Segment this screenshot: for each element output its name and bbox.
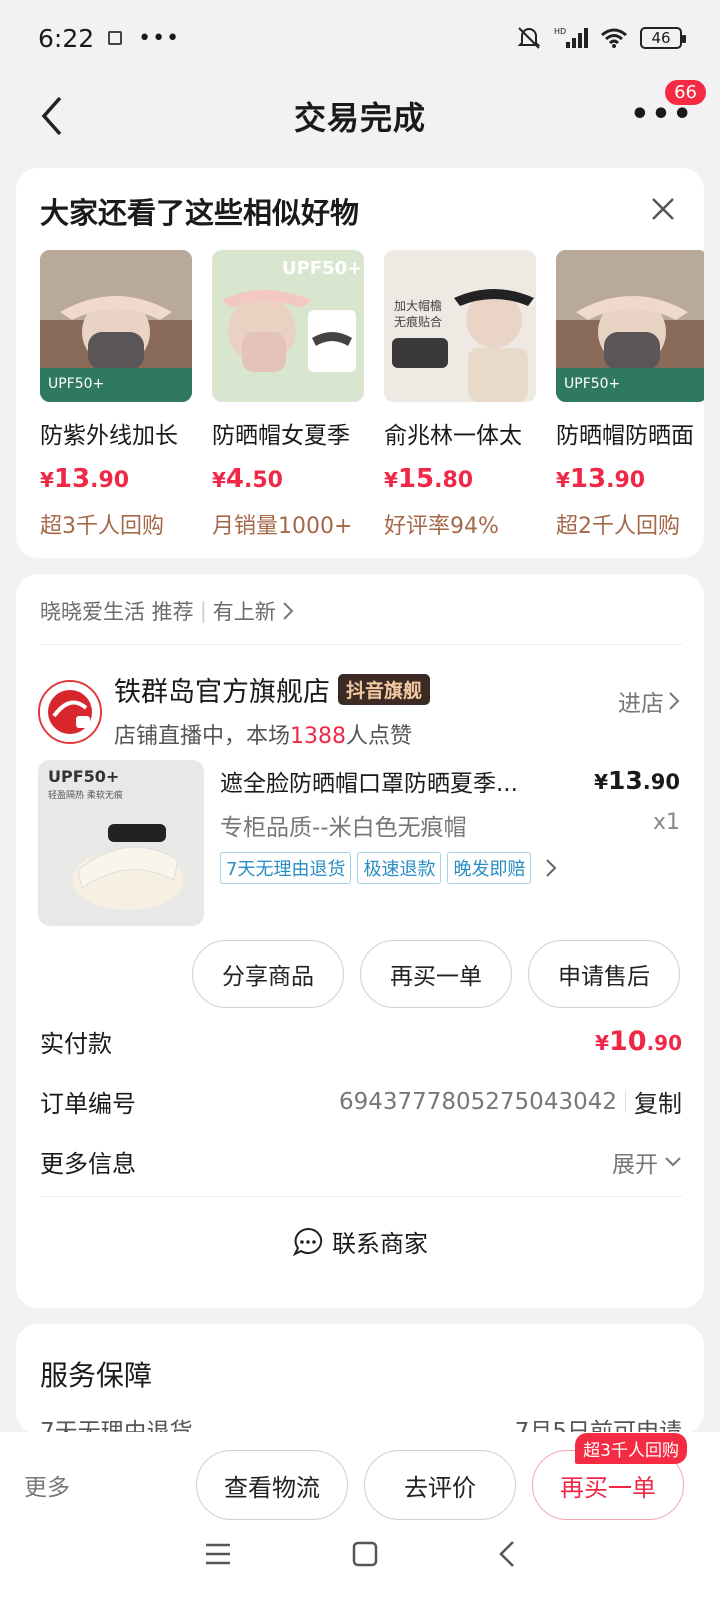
notification-icon <box>108 31 123 45</box>
back-button[interactable] <box>32 92 72 140</box>
copy-button[interactable]: 复制 <box>634 1084 682 1119</box>
similar-products-title: 大家还看了这些相似好物 <box>40 196 360 230</box>
enter-store-button[interactable]: 进店 <box>618 684 680 718</box>
write-review-button[interactable]: 去评价 <box>364 1450 516 1520</box>
store-tag: 抖音旗舰 <box>338 674 431 705</box>
chevron-right-icon <box>669 692 680 710</box>
svg-text:UPF50+: UPF50+ <box>48 376 104 392</box>
product-price: ¥15.80 <box>384 464 474 494</box>
product-price: ¥13.90 <box>556 464 646 494</box>
product-sales-note: 月销量1000+ <box>212 514 353 539</box>
service-guarantee-card: 服务保障 7天无理由退货 7月5日前可申请 <box>16 1324 704 1445</box>
svg-text:无痕贴合: 无痕贴合 <box>394 314 442 329</box>
product-title[interactable]: 遮全脸防晒帽口罩防晒夏季... <box>220 764 568 798</box>
product-price: ¥13.90 <box>594 766 680 795</box>
chevron-right-icon <box>546 859 557 877</box>
nav-bar: 交易完成 ••• 66 <box>0 76 720 156</box>
bottom-actions: 查看物流 去评价 再买一单 超3千人回购 <box>196 1433 687 1520</box>
product-name: 防晒帽女夏季 <box>212 423 350 449</box>
recommender-line[interactable]: 晓晓爱生活 推荐 | 有上新 <box>40 596 294 626</box>
signal-icon: HD <box>554 27 588 48</box>
product-thumbnail: UPF50+ <box>212 250 364 402</box>
battery-indicator: 46 <box>640 27 686 49</box>
paid-amount: ¥10.90 <box>595 1026 682 1057</box>
similar-product-item[interactable]: UPF50+ 防紫外线加长 ¥13.90 超3千人回购 <box>40 250 192 540</box>
page-title: 交易完成 <box>293 99 426 137</box>
divider <box>40 1196 682 1197</box>
service-tag: 极速退款 <box>357 852 442 884</box>
product-price: ¥13.90 <box>40 464 130 494</box>
close-icon[interactable] <box>648 194 678 224</box>
similar-products-card: 大家还看了这些相似好物 UPF50+ 防紫外线加长 ¥13.90 超3千人回购 <box>16 168 704 558</box>
bottom-more-button[interactable]: 更多 <box>24 1468 70 1502</box>
product-image[interactable]: UPF50+ 轻盈隔热 柔软无痕 <box>38 760 204 926</box>
chat-bubble-icon <box>292 1227 323 1256</box>
order-number-row: 订单编号 6943777805275043042 复制 <box>40 1084 682 1119</box>
product-quantity: x1 <box>652 810 680 835</box>
message-badge: 66 <box>663 78 708 107</box>
mute-bell-icon <box>517 27 541 49</box>
product-name: 俞兆林一体太 <box>384 423 522 449</box>
store-live-status: 店铺直播中，本场1388人点赞 <box>114 724 413 749</box>
svg-text:UPF50+: UPF50+ <box>282 258 362 279</box>
service-tag: 晚发即赔 <box>447 852 532 884</box>
service-guarantee-title: 服务保障 <box>40 1359 153 1392</box>
recommender-name: 晓晓爱生活 推荐 <box>40 600 194 624</box>
svg-text:轻盈隔热 柔软无痕: 轻盈隔热 柔软无痕 <box>48 789 123 801</box>
more-info-row[interactable]: 更多信息 展开 <box>40 1144 682 1179</box>
order-card: 晓晓爱生活 推荐 | 有上新 铁群岛官方旗舰店 抖音旗舰 店铺直播中，本场138… <box>16 574 704 1308</box>
chevron-right-icon <box>283 602 294 620</box>
product-price: ¥4.50 <box>212 464 283 494</box>
similar-product-item[interactable]: 加大帽檐 无痕贴合 俞兆林一体太 ¥15.80 好评率94% <box>384 250 536 540</box>
product-thumbnail: UPF50+ <box>556 250 704 402</box>
svg-text:HD: HD <box>554 27 566 36</box>
status-more-dots: ••• <box>138 25 181 51</box>
paid-amount-label: 实付款 <box>40 1030 112 1058</box>
similar-product-item[interactable]: UPF50+ 防晒帽女夏季 ¥4.50 月销量1000+ <box>212 250 364 540</box>
svg-text:UPF50+: UPF50+ <box>48 767 119 786</box>
store-logo[interactable] <box>38 680 102 744</box>
similar-products-list: UPF50+ 防紫外线加长 ¥13.90 超3千人回购 UPF50+ 防晒帽女夏… <box>40 250 704 540</box>
order-number-label: 订单编号 <box>40 1090 136 1118</box>
share-product-button[interactable]: 分享商品 <box>192 940 344 1008</box>
buy-again-button[interactable]: 再买一单 <box>360 940 512 1008</box>
home-icon[interactable] <box>352 1541 378 1567</box>
product-sales-note: 好评率94% <box>384 514 499 539</box>
chevron-down-icon <box>665 1156 681 1166</box>
wifi-icon <box>601 28 627 48</box>
menu-icon[interactable] <box>204 1542 232 1566</box>
repurchase-badge: 超3千人回购 <box>575 1433 687 1464</box>
product-sku: 专柜品质--米白色无痕帽 <box>220 815 467 841</box>
new-arrival-label: 有上新 <box>212 600 276 624</box>
chevron-left-icon <box>41 96 62 136</box>
service-tags[interactable]: 7天无理由退货 极速退款 晚发即赔 <box>220 852 557 884</box>
order-number: 6943777805275043042 <box>338 1088 617 1115</box>
svg-text:UPF50+: UPF50+ <box>564 376 620 392</box>
buy-again-primary-button[interactable]: 再买一单 超3千人回购 <box>532 1433 687 1520</box>
store-name-row[interactable]: 铁群岛官方旗舰店 抖音旗舰 <box>114 670 431 709</box>
more-info-label: 更多信息 <box>40 1150 136 1178</box>
product-sales-note: 超2千人回购 <box>556 514 680 539</box>
product-name: 防紫外线加长 <box>40 423 178 449</box>
system-navigation <box>0 1524 720 1584</box>
status-bar: 6:22 ••• HD 46 <box>0 0 720 76</box>
order-actions: 分享商品 再买一单 申请售后 <box>192 940 680 1008</box>
paid-amount-row: 实付款 ¥10.90 <box>40 1024 682 1059</box>
expand-button[interactable]: 展开 <box>612 1145 682 1179</box>
divider <box>40 644 682 645</box>
store-name: 铁群岛官方旗舰店 <box>114 677 330 708</box>
product-thumbnail: UPF50+ <box>40 250 192 402</box>
contact-merchant-button[interactable]: 联系商家 <box>16 1224 704 1259</box>
product-sales-note: 超3千人回购 <box>40 514 164 539</box>
service-tag: 7天无理由退货 <box>220 852 352 884</box>
live-like-count: 1388 <box>290 724 347 749</box>
product-name: 防晒帽防晒面 <box>556 423 694 449</box>
view-logistics-button[interactable]: 查看物流 <box>196 1450 348 1520</box>
svg-text:加大帽檐: 加大帽檐 <box>394 298 442 313</box>
back-nav-icon[interactable] <box>498 1540 516 1568</box>
status-time: 6:22 <box>38 23 95 53</box>
product-thumbnail: 加大帽檐 无痕贴合 <box>384 250 536 402</box>
similar-product-item[interactable]: UPF50+ 防晒帽防晒面 ¥13.90 超2千人回购 <box>556 250 704 540</box>
after-sales-button[interactable]: 申请售后 <box>528 940 680 1008</box>
